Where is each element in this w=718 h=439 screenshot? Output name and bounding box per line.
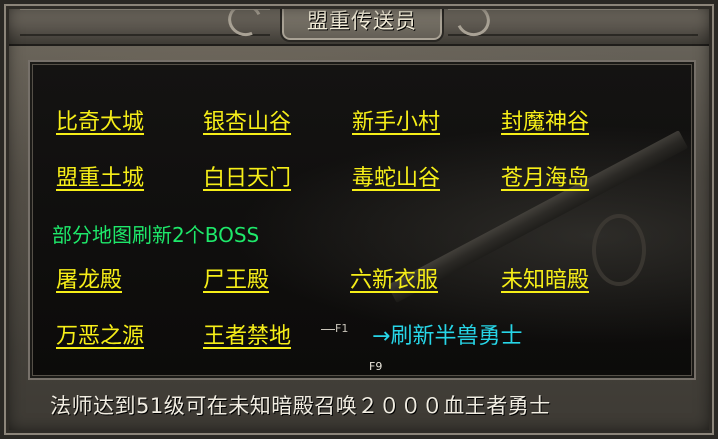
header-bar: 盟重传送员 (0, 0, 718, 46)
destination-mengzhong-city[interactable]: 盟重土城 (56, 160, 144, 192)
destination-source-of-evil[interactable]: 万恶之源 (56, 318, 144, 350)
destination-king-forbidden-land[interactable]: 王者禁地 (203, 318, 291, 350)
hotkey-tag-label: F1 (335, 322, 349, 335)
arrow-line-icon (321, 328, 335, 330)
destination-snake-valley[interactable]: 毒蛇山谷 (352, 160, 440, 192)
destination-corpse-king-hall[interactable]: 尸王殿 (203, 262, 269, 294)
footer-info: 法师达到51级可在未知暗殿召唤２０００血王者勇士 (50, 394, 551, 418)
window-title: 盟重传送员 (307, 9, 417, 33)
destination-new-clothes[interactable]: 六新衣服 (350, 262, 438, 294)
hotkey-arrow-tag: F1 (321, 322, 348, 335)
teleporter-window: 盟重传送员 比奇大城 银杏山谷 新手小村 封魔神谷 盟重土城 白日天门 毒蛇山谷… (0, 0, 718, 439)
refresh-orc-warrior-label: 刷新半兽勇士 (390, 324, 523, 349)
destination-novice-village[interactable]: 新手小村 (352, 104, 440, 136)
boss-refresh-notice: 部分地图刷新2个BOSS (52, 223, 260, 247)
destination-dragon-hall[interactable]: 屠龙殿 (56, 262, 122, 294)
sword-guard-decoration-icon (592, 214, 646, 286)
destination-cangyue-island[interactable]: 苍月海岛 (501, 160, 589, 192)
destination-biqi-city[interactable]: 比奇大城 (56, 104, 144, 136)
refresh-orc-warrior-link[interactable]: →刷新半兽勇士 (372, 318, 522, 350)
destination-white-sun-gate[interactable]: 白日天门 (203, 160, 291, 192)
destination-unknown-dark-hall[interactable]: 未知暗殿 (501, 262, 589, 294)
arrow-right-icon: → (372, 324, 391, 349)
destination-ginkgo-valley[interactable]: 银杏山谷 (203, 104, 291, 136)
hotkey-hint: F9 (369, 360, 383, 373)
title-plate: 盟重传送员 (280, 0, 444, 42)
destination-demon-valley[interactable]: 封魔神谷 (501, 104, 589, 136)
